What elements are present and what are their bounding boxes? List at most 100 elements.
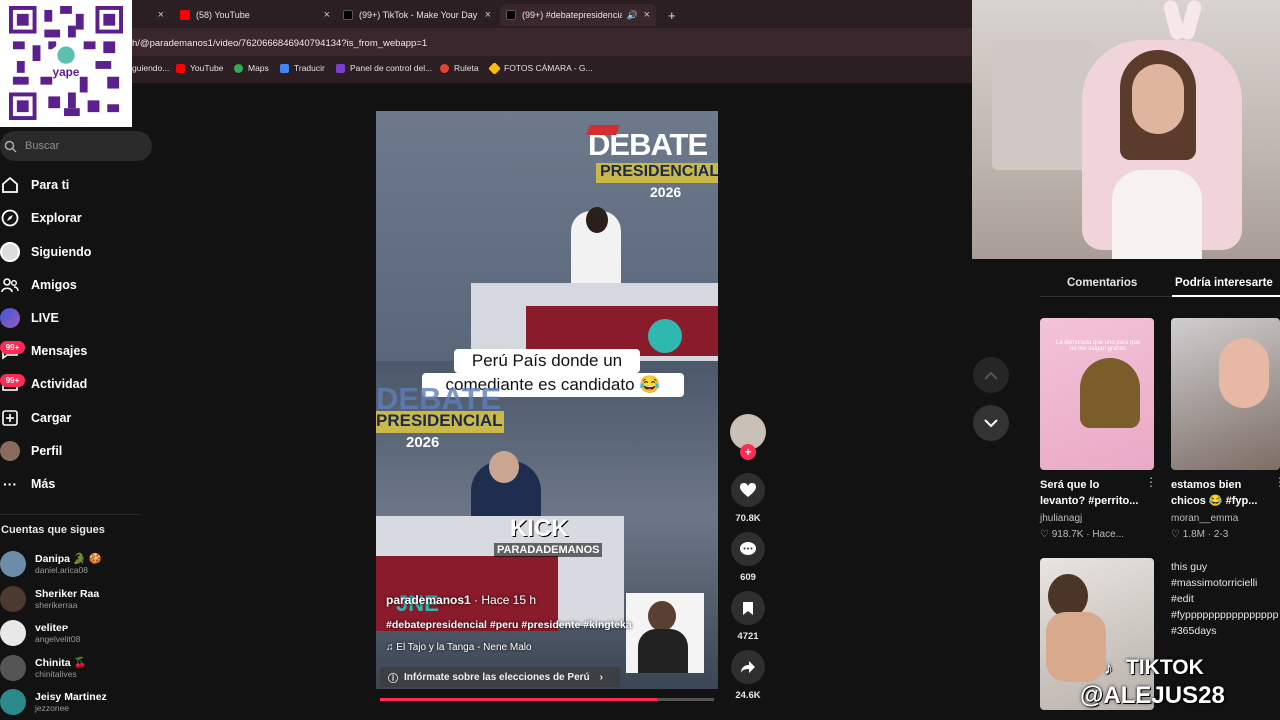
bookmark-panel[interactable]: Panel de control del... xyxy=(336,63,432,73)
video-player[interactable]: DEBATE PRESIDENCIAL 2026 Perú País donde… xyxy=(376,111,718,689)
video-hashtags[interactable]: #debatepresidencial #peru #presidente #k… xyxy=(386,619,632,631)
sidebar-item-amigos[interactable]: Amigos xyxy=(0,273,77,297)
yape-qr-code: yape xyxy=(0,0,132,127)
activity-badge: 99+ xyxy=(0,374,25,387)
recommended-video-thumb[interactable]: La demorada que uno para que no me salga… xyxy=(1040,318,1154,470)
election-info-banner[interactable]: ⓘ Infórmate sobre las elecciones de Perú › xyxy=(380,667,620,687)
search-placeholder: Buscar xyxy=(25,140,60,152)
compass-icon xyxy=(0,208,20,228)
tab-label: (99+) #debatepresidencial xyxy=(522,10,622,20)
following-item[interactable]: Jeisy Martinez jezzonee xyxy=(0,689,107,715)
maps-icon xyxy=(234,63,243,73)
home-icon xyxy=(0,175,20,195)
jne-logo-top xyxy=(648,319,682,353)
video-author[interactable]: parademanos1 · Hace 15 h xyxy=(386,593,536,607)
recommended-title[interactable]: Será que lo levanto? #perrito... xyxy=(1040,477,1138,509)
bookmark-ruleta[interactable]: Ruleta xyxy=(440,63,479,73)
sidebar-item-mas[interactable]: ··· Más xyxy=(0,472,55,496)
recommended-author[interactable]: jhulianagj xyxy=(1040,513,1082,524)
previous-video-button[interactable] xyxy=(973,357,1009,393)
webcam-shirt xyxy=(1112,170,1202,259)
creator-avatar-button[interactable]: + xyxy=(730,414,766,460)
recommended-stats: ♡ 918.7K · Hace... xyxy=(1040,529,1125,540)
flag-stripe xyxy=(586,125,620,135)
avatar xyxy=(0,689,26,715)
following-item[interactable]: veliteᴘ angelvelit08 xyxy=(0,620,80,646)
tiktok-icon xyxy=(343,10,353,20)
close-tab-icon[interactable]: × xyxy=(324,9,330,21)
kick-logo: KICK xyxy=(510,515,569,542)
more-options-icon[interactable]: ⋮ xyxy=(1145,475,1157,489)
share-count: 24.6K xyxy=(735,690,761,701)
live-icon xyxy=(0,308,20,328)
caption-line-1: Perú País donde un xyxy=(454,349,640,373)
sidebar-item-cargar[interactable]: Cargar xyxy=(0,406,71,430)
following-title: Cuentas que sigues xyxy=(1,524,105,536)
sidebar-item-siguiendo[interactable]: Siguiendo xyxy=(0,240,91,264)
close-tab-icon[interactable]: × xyxy=(158,9,164,21)
year-top: 2026 xyxy=(650,184,682,200)
video-watermark: PARADADEMANOS xyxy=(494,543,603,557)
comment-button[interactable]: 609 xyxy=(730,532,766,583)
divider xyxy=(0,514,140,515)
upload-icon xyxy=(0,408,20,428)
comment-icon xyxy=(731,532,765,566)
following-item[interactable]: Danipa 🐊 🍪 daniel.arica08 xyxy=(0,551,102,577)
bookmark-maps[interactable]: Maps xyxy=(234,63,269,73)
recommended-video-thumb[interactable] xyxy=(1171,318,1280,470)
bunny-ear-right xyxy=(1179,0,1203,42)
presidencial-label-mid: PRESIDENCIAL xyxy=(376,411,504,433)
search-input[interactable] xyxy=(0,131,152,161)
streamer-webcam xyxy=(972,0,1280,259)
panel-icon xyxy=(336,63,345,73)
tab-unnamed[interactable]: × xyxy=(140,4,164,26)
recommended-author[interactable]: moran__emma xyxy=(1171,513,1238,524)
save-button[interactable]: 4721 xyxy=(730,591,766,642)
close-tab-icon[interactable]: × xyxy=(644,9,650,21)
chevron-up-icon xyxy=(984,371,998,380)
sidebar-item-explorar[interactable]: Explorar xyxy=(0,206,82,230)
sidebar-item-para-ti[interactable]: Para ti xyxy=(0,173,69,197)
tab-debate-active[interactable]: (99+) #debatepresidencial 🔊 × xyxy=(500,4,656,26)
speaker-icon[interactable]: 🔊 xyxy=(627,10,638,21)
close-tab-icon[interactable]: × xyxy=(485,9,491,21)
new-tab-button[interactable]: + xyxy=(668,4,676,26)
more-options-icon[interactable]: ⋮ xyxy=(1274,475,1280,489)
recommended-title[interactable]: estamos bien chicos 😂 #fyp... xyxy=(1171,477,1257,509)
tab-comments[interactable]: Comentarios xyxy=(1067,277,1137,289)
sidebar-item-perfil[interactable]: Perfil xyxy=(0,439,62,463)
like-button[interactable]: 70.8K xyxy=(730,473,766,524)
following-item[interactable]: Sheriker Raa sherikerraa xyxy=(0,586,99,612)
qr-code-icon: yape xyxy=(9,6,123,120)
bookmark-translate[interactable]: Traducir xyxy=(280,63,325,73)
tab-interest[interactable]: Podría interesarte xyxy=(1175,277,1273,289)
music-note-icon: ♫ xyxy=(386,642,394,653)
sidebar-item-live[interactable]: LIVE xyxy=(0,306,59,330)
tab-tiktok[interactable]: (99+) TikTok - Make Your Day × xyxy=(343,4,491,26)
chevron-down-icon xyxy=(984,418,998,427)
bookmark-youtube[interactable]: YouTube xyxy=(176,63,223,73)
avatar xyxy=(0,655,26,681)
sign-language-inset xyxy=(626,593,704,673)
following-item[interactable]: Chinita 🍒 chinitalives xyxy=(0,655,87,681)
heart-icon xyxy=(731,473,765,507)
tiktok-handle-overlay: ♪ TIKTOK @ALEJUS28 xyxy=(1080,656,1225,709)
dog-figure xyxy=(1080,358,1140,428)
more-icon: ··· xyxy=(3,476,17,492)
tab-youtube[interactable]: (58) YouTube × xyxy=(180,4,330,26)
bookmark-drive[interactable]: FOTOS CÁMARA - G... xyxy=(488,61,593,75)
roulette-icon xyxy=(440,63,449,73)
bookmark-item[interactable]: guiendo... xyxy=(132,63,169,73)
tiktok-icon xyxy=(506,10,516,20)
next-video-button[interactable] xyxy=(973,405,1009,441)
avatar xyxy=(0,551,26,577)
url-text[interactable]: h/@parademanos1/video/762066684694079413… xyxy=(132,38,427,49)
chevron-right-icon: › xyxy=(599,671,603,683)
profile-avatar-icon xyxy=(0,441,20,461)
avatar xyxy=(0,620,26,646)
broken-thumb-alt-text[interactable]: this guy #massimotorricielli #edit #fypp… xyxy=(1171,559,1280,639)
video-music[interactable]: ♫ El Tajo y la Tanga - Nene Malo xyxy=(386,642,532,653)
share-button[interactable]: 24.6K xyxy=(730,650,766,701)
search-icon xyxy=(4,140,17,153)
follow-plus-icon[interactable]: + xyxy=(740,444,756,460)
